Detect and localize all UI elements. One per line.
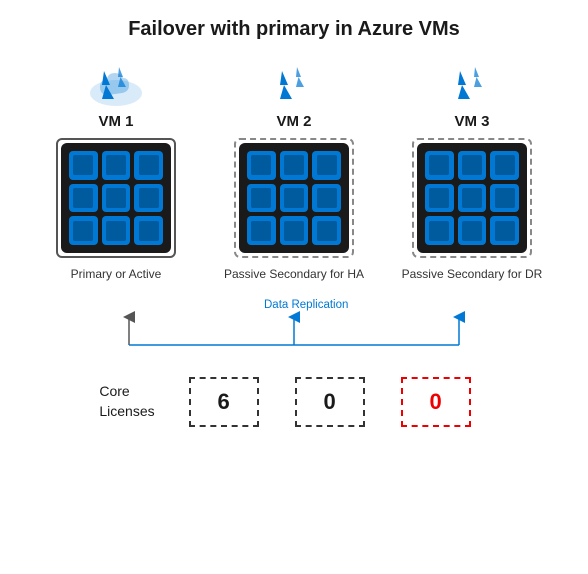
vm1-box-outer bbox=[56, 138, 176, 258]
azure-cloud-icon-vm1 bbox=[86, 63, 146, 107]
chip bbox=[102, 184, 131, 213]
chip bbox=[312, 184, 341, 213]
chip bbox=[490, 151, 519, 180]
chip bbox=[312, 216, 341, 245]
azure-cloud-icon-vm2 bbox=[264, 63, 324, 107]
vm1-description: Primary or Active bbox=[71, 266, 162, 283]
chip bbox=[69, 151, 98, 180]
arrows-area: Data Replication bbox=[54, 297, 534, 347]
vm2-box-wrapper bbox=[234, 138, 354, 258]
chip bbox=[280, 216, 309, 245]
vm2-box bbox=[239, 143, 349, 253]
page-title: Failover with primary in Azure VMs bbox=[128, 18, 460, 41]
page-container: Failover with primary in Azure VMs VM 1 bbox=[0, 0, 588, 574]
chip bbox=[458, 216, 487, 245]
chip bbox=[280, 184, 309, 213]
chip bbox=[247, 184, 276, 213]
chip bbox=[490, 184, 519, 213]
chip bbox=[247, 216, 276, 245]
chip bbox=[69, 216, 98, 245]
license-value-2: 0 bbox=[295, 377, 365, 427]
chip bbox=[425, 216, 454, 245]
vm2-description: Passive Secondary for HA bbox=[224, 266, 364, 283]
azure-cloud-icon-vm3 bbox=[442, 63, 502, 107]
vm1-column: VM 1 Primary or Active bbox=[41, 63, 191, 283]
vm3-label: VM 3 bbox=[454, 113, 489, 130]
licenses-label: Core Licenses bbox=[99, 382, 154, 421]
vm3-column: VM 3 Passive Secondary bbox=[397, 63, 547, 283]
chip bbox=[280, 151, 309, 180]
chip bbox=[134, 184, 163, 213]
chip bbox=[134, 216, 163, 245]
vms-row: VM 1 Primary or Active bbox=[41, 63, 547, 283]
vm3-box-outer bbox=[412, 138, 532, 258]
license-value-3: 0 bbox=[401, 377, 471, 427]
arrows-svg bbox=[54, 297, 534, 347]
chip bbox=[425, 151, 454, 180]
vm1-box-wrapper bbox=[56, 138, 176, 258]
chip bbox=[102, 151, 131, 180]
vm3-box bbox=[417, 143, 527, 253]
vm3-box-wrapper bbox=[412, 138, 532, 258]
chip bbox=[247, 151, 276, 180]
vm1-label: VM 1 bbox=[98, 113, 133, 130]
chip bbox=[102, 216, 131, 245]
vm2-column: VM 2 Passive Secondary bbox=[219, 63, 369, 283]
chip bbox=[458, 184, 487, 213]
vm1-box bbox=[61, 143, 171, 253]
chip bbox=[134, 151, 163, 180]
licenses-row: Core Licenses 6 0 0 bbox=[99, 377, 488, 427]
chip bbox=[490, 216, 519, 245]
vm3-description: Passive Secondary for DR bbox=[402, 266, 543, 283]
license-value-1: 6 bbox=[189, 377, 259, 427]
chip bbox=[425, 184, 454, 213]
chip bbox=[69, 184, 98, 213]
chip bbox=[312, 151, 341, 180]
vm2-box-outer bbox=[234, 138, 354, 258]
chip bbox=[458, 151, 487, 180]
vm2-label: VM 2 bbox=[276, 113, 311, 130]
